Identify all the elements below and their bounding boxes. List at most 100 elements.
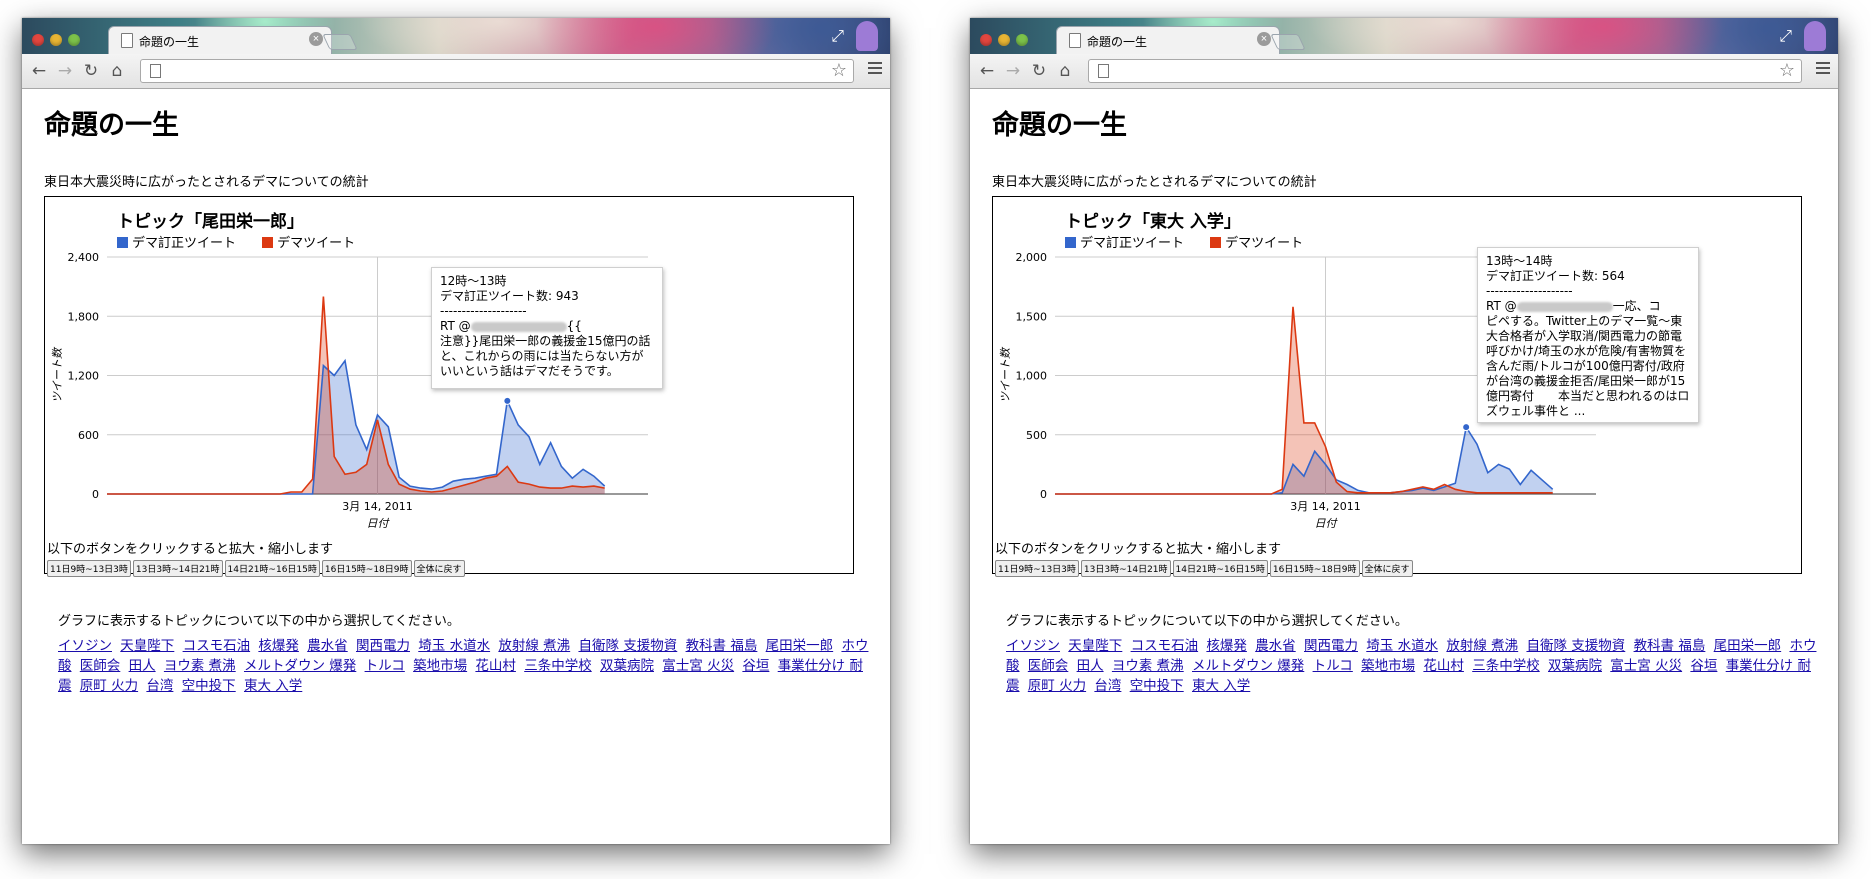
topic-link[interactable]: メルトダウン 爆発 xyxy=(244,658,356,674)
forward-icon[interactable]: → xyxy=(52,58,78,84)
topic-link[interactable]: 医師会 xyxy=(1028,658,1069,674)
home-icon[interactable]: ⌂ xyxy=(104,58,130,84)
resize-icon[interactable]: ⤢ xyxy=(1779,26,1792,46)
topic-link[interactable]: 空中投下 xyxy=(182,678,236,694)
close-tab-icon[interactable]: × xyxy=(1257,32,1271,46)
topic-link[interactable]: メルトダウン 爆発 xyxy=(1192,658,1304,674)
zoom-note: 以下のボタンをクリックすると拡大・縮小します xyxy=(47,542,334,557)
zoom-window-button[interactable] xyxy=(1016,34,1028,46)
profile-avatar-icon[interactable] xyxy=(856,21,878,51)
tab-title: 命題の一生 xyxy=(1087,35,1148,49)
topic-link[interactable]: 天皇陛下 xyxy=(1068,638,1122,654)
topic-link[interactable]: イソジン xyxy=(58,638,112,654)
topic-link[interactable]: 谷垣 xyxy=(742,658,769,674)
topic-link[interactable]: 双葉病院 xyxy=(1548,658,1602,674)
menu-icon[interactable] xyxy=(1816,62,1830,77)
zoom-button-3[interactable]: 14日21時~16日15時 xyxy=(224,560,320,577)
close-window-button[interactable] xyxy=(980,34,992,46)
topic-link[interactable]: 自衛隊 支援物資 xyxy=(1526,638,1625,654)
topic-link[interactable]: 教科書 福島 xyxy=(686,638,758,654)
zoom-button-4[interactable]: 16日15時~18日9時 xyxy=(1269,560,1360,577)
chart-container: トピック「東大 入学」 デマ訂正ツイート デマツイート 0 500 1,000 1,5… xyxy=(992,196,1802,577)
minimize-window-button[interactable] xyxy=(50,34,62,46)
topic-link[interactable]: 自衛隊 支援物資 xyxy=(578,638,677,654)
zoom-reset-button[interactable]: 全体に戻す xyxy=(413,560,465,577)
topic-link[interactable]: 富士宮 火災 xyxy=(662,658,734,674)
zoom-button-2[interactable]: 13日3時~14日21時 xyxy=(132,560,223,577)
topic-link[interactable]: 教科書 福島 xyxy=(1634,638,1706,654)
topic-link[interactable]: 田人 xyxy=(129,658,156,674)
menu-icon[interactable] xyxy=(868,62,882,77)
close-tab-icon[interactable]: × xyxy=(309,32,323,46)
topic-link[interactable]: トルコ xyxy=(1313,658,1353,674)
topic-link[interactable]: 天皇陛下 xyxy=(120,638,174,654)
topic-link[interactable]: コスモ石油 xyxy=(183,638,251,654)
topic-link[interactable]: トルコ xyxy=(365,658,405,674)
topic-link[interactable]: 三条中学校 xyxy=(1472,658,1540,674)
topic-link[interactable]: 核爆発 xyxy=(1206,638,1247,654)
topic-link[interactable]: 東大 入学 xyxy=(244,678,302,694)
topic-link[interactable]: 双葉病院 xyxy=(600,658,654,674)
topic-link[interactable]: 医師会 xyxy=(80,658,121,674)
topic-link[interactable]: 放射線 煮沸 xyxy=(498,638,570,654)
topic-link[interactable]: 農水省 xyxy=(307,638,348,654)
topic-link[interactable]: 台湾 xyxy=(146,678,173,694)
address-bar[interactable]: ☆ xyxy=(1088,59,1802,83)
forward-icon[interactable]: → xyxy=(1000,58,1026,84)
x-tick-label: 3月 14, 2011 xyxy=(1290,500,1360,513)
topic-link[interactable]: 尾田栄一郎 xyxy=(766,638,834,654)
topic-link[interactable]: 原町 火力 xyxy=(80,678,138,694)
topic-link[interactable]: 東大 入学 xyxy=(1192,678,1250,694)
topic-link[interactable]: 農水省 xyxy=(1255,638,1296,654)
topic-link[interactable]: コスモ石油 xyxy=(1131,638,1199,654)
bookmark-star-icon[interactable]: ☆ xyxy=(1779,60,1795,82)
zoom-button-2[interactable]: 13日3時~14日21時 xyxy=(1080,560,1171,577)
reload-icon[interactable]: ↻ xyxy=(1026,58,1052,84)
bookmark-star-icon[interactable]: ☆ xyxy=(831,60,847,82)
topic-link[interactable]: 花山村 xyxy=(475,658,516,674)
browser-tab[interactable]: 命題の一生 × xyxy=(1056,26,1280,55)
topic-link[interactable]: 富士宮 火災 xyxy=(1610,658,1682,674)
topic-link[interactable]: 築地市場 xyxy=(1361,658,1415,674)
browser-tab[interactable]: 命題の一生 × xyxy=(108,26,332,55)
address-bar[interactable]: ☆ xyxy=(140,59,854,83)
page-title: 命題の一生 xyxy=(44,110,179,141)
resize-icon[interactable]: ⤢ xyxy=(831,26,844,46)
topic-link[interactable]: 空中投下 xyxy=(1130,678,1184,694)
topic-link[interactable]: 田人 xyxy=(1077,658,1104,674)
topic-link[interactable]: 関西電力 xyxy=(1304,638,1358,654)
reload-icon[interactable]: ↻ xyxy=(78,58,104,84)
topic-link[interactable]: 築地市場 xyxy=(413,658,467,674)
topic-link[interactable]: 原町 火力 xyxy=(1028,678,1086,694)
tooltip-rt-line: RT @{{ xyxy=(440,319,582,333)
topic-link[interactable]: ヨウ素 煮沸 xyxy=(164,658,236,674)
zoom-button-3[interactable]: 14日21時~16日15時 xyxy=(1172,560,1268,577)
topic-link[interactable]: 放射線 煮沸 xyxy=(1446,638,1518,654)
topic-link[interactable]: 尾田栄一郎 xyxy=(1714,638,1782,654)
topic-link[interactable]: 核爆発 xyxy=(258,638,299,654)
close-window-button[interactable] xyxy=(32,34,44,46)
minimize-window-button[interactable] xyxy=(998,34,1010,46)
tooltip-time: 12時〜13時 xyxy=(440,274,507,288)
back-icon[interactable]: ← xyxy=(974,58,1000,84)
y-tick-label: 0 xyxy=(1040,488,1047,501)
topic-link[interactable]: 埼玉 水道水 xyxy=(1366,638,1438,654)
y-tick-label: 2,400 xyxy=(68,251,100,264)
topic-link[interactable]: ヨウ素 煮沸 xyxy=(1112,658,1184,674)
profile-avatar-icon[interactable] xyxy=(1804,21,1826,51)
home-icon[interactable]: ⌂ xyxy=(1052,58,1078,84)
zoom-button-1[interactable]: 11日9時~13日3時 xyxy=(47,560,131,577)
topic-link[interactable]: 谷垣 xyxy=(1690,658,1717,674)
back-icon[interactable]: ← xyxy=(26,58,52,84)
topic-link[interactable]: 花山村 xyxy=(1423,658,1464,674)
zoom-reset-button[interactable]: 全体に戻す xyxy=(1361,560,1413,577)
zoom-button-1[interactable]: 11日9時~13日3時 xyxy=(995,560,1079,577)
topic-link[interactable]: 台湾 xyxy=(1094,678,1121,694)
topic-link[interactable]: 三条中学校 xyxy=(524,658,592,674)
topic-link[interactable]: イソジン xyxy=(1006,638,1060,654)
zoom-window-button[interactable] xyxy=(68,34,80,46)
zoom-button-4[interactable]: 16日15時~18日9時 xyxy=(321,560,412,577)
y-axis-label: ツイート数 xyxy=(999,346,1012,403)
topic-link[interactable]: 埼玉 水道水 xyxy=(418,638,490,654)
topic-link[interactable]: 関西電力 xyxy=(356,638,410,654)
